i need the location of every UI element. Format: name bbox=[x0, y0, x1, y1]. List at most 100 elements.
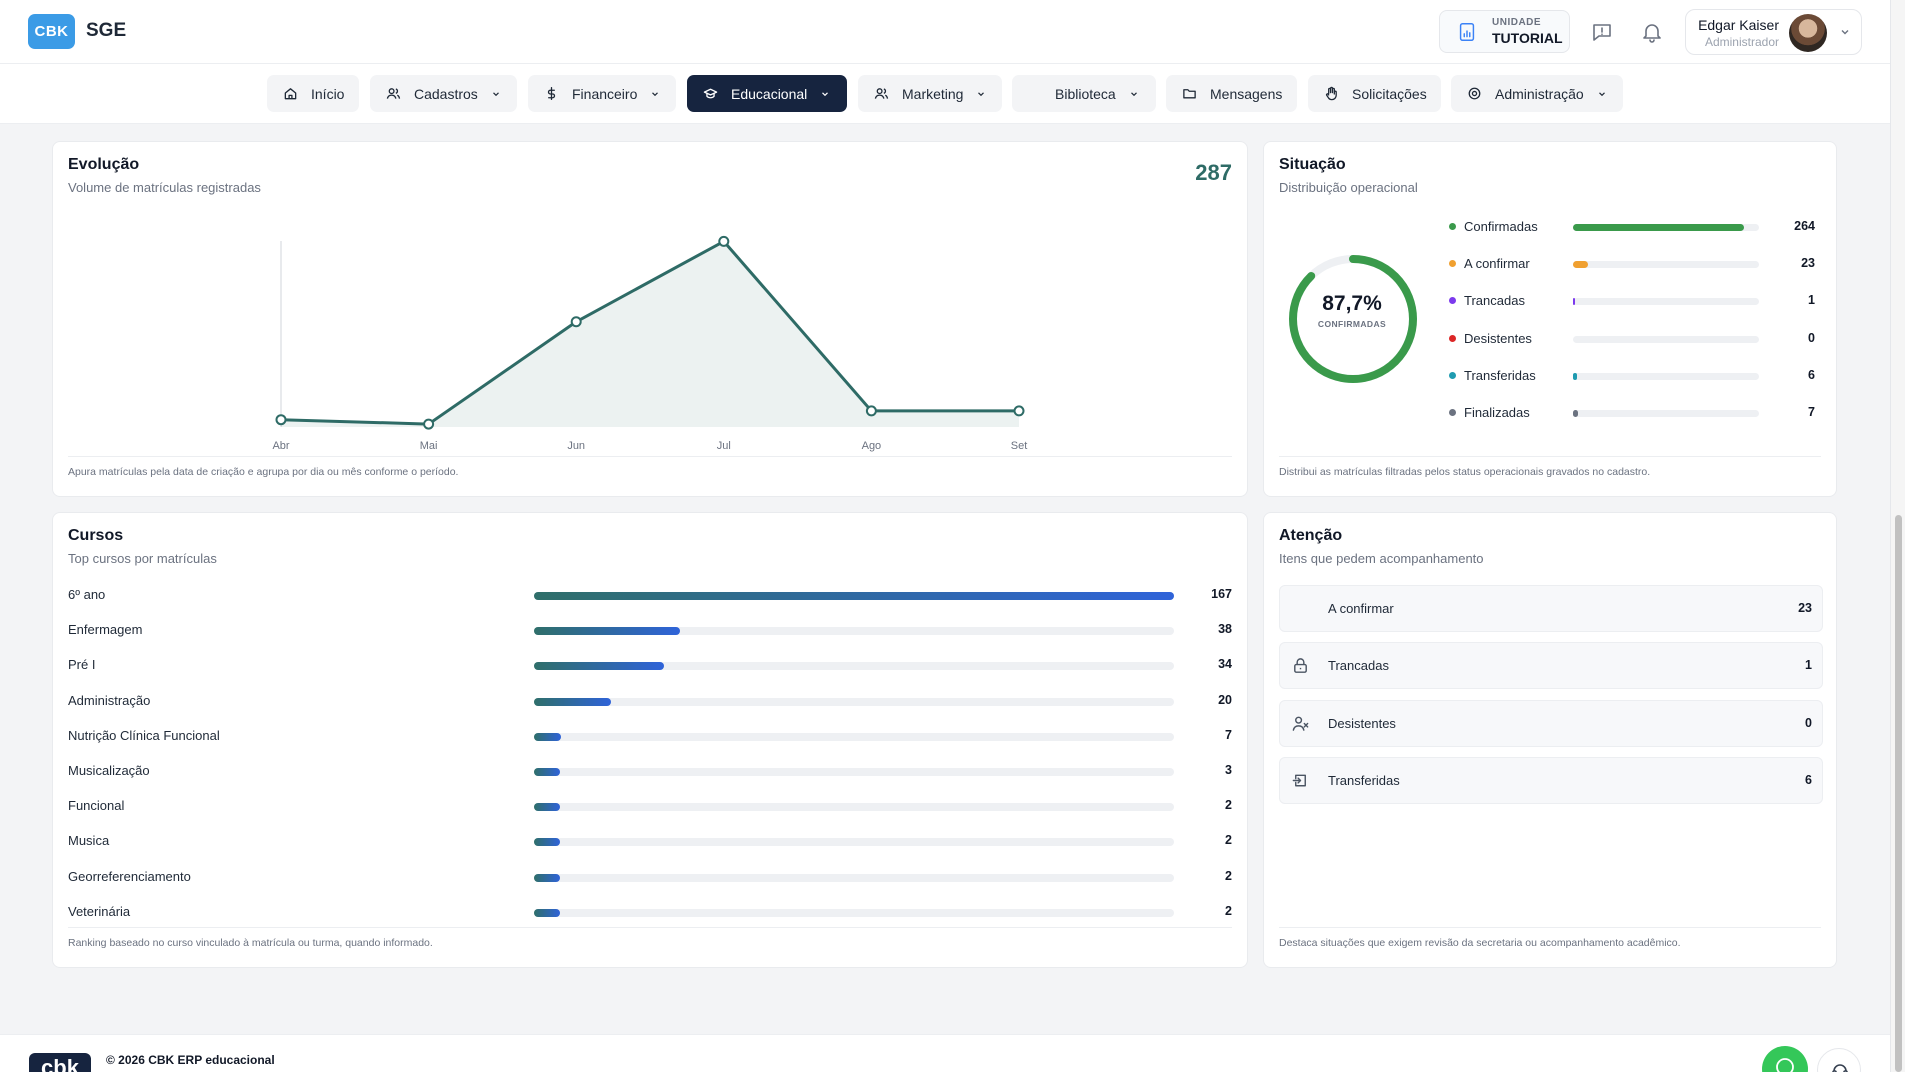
unit-label: UNIDADE bbox=[1492, 17, 1542, 28]
data-point[interactable] bbox=[865, 405, 877, 417]
chat-alert-icon[interactable] bbox=[1590, 20, 1614, 44]
user-remove-icon bbox=[1292, 716, 1309, 731]
folder-icon bbox=[1183, 89, 1196, 99]
data-point[interactable] bbox=[275, 414, 287, 426]
course-count: 3 bbox=[1225, 763, 1232, 777]
card-footnote: Ranking baseado no curso vinculado à mat… bbox=[68, 927, 1232, 949]
nav-cadastros[interactable]: Cadastros bbox=[370, 75, 517, 112]
nav-marketing[interactable]: Marketing bbox=[858, 75, 1002, 112]
course-name: Musicalização bbox=[68, 763, 150, 778]
nav-solicitacoes[interactable]: Solicitações bbox=[1308, 75, 1441, 112]
status-count: 6 bbox=[1808, 367, 1815, 382]
page-scrollbar[interactable] bbox=[1890, 0, 1905, 1072]
attention-label: Transferidas bbox=[1328, 773, 1400, 788]
status-label: Trancadas bbox=[1464, 293, 1525, 309]
course-row: Funcional 2 bbox=[68, 798, 1232, 814]
data-point[interactable] bbox=[423, 418, 435, 430]
nav-administracao[interactable]: Administração bbox=[1451, 75, 1623, 112]
home-icon bbox=[284, 88, 297, 100]
nav-mensagens[interactable]: Mensagens bbox=[1166, 75, 1297, 112]
scrollbar-thumb[interactable] bbox=[1895, 515, 1902, 1072]
chevron-down-icon bbox=[492, 91, 499, 96]
chevron-down-icon bbox=[1598, 91, 1605, 96]
x-tick-label: Abr bbox=[272, 440, 290, 452]
status-count: 0 bbox=[1808, 330, 1815, 345]
status-dot bbox=[1449, 334, 1456, 342]
card-footnote: Destaca situações que exigem revisão da … bbox=[1279, 927, 1821, 949]
gear-icon bbox=[1468, 87, 1481, 100]
course-row: Enfermagem 38 bbox=[68, 622, 1232, 638]
course-name: Georreferenciamento bbox=[68, 868, 191, 884]
graduation-cap-icon bbox=[703, 88, 718, 99]
attention-item-desistentes[interactable]: Desistentes 0 bbox=[1279, 700, 1823, 747]
attention-item-transferidas[interactable]: Transferidas 6 bbox=[1279, 757, 1823, 804]
user-menu[interactable]: Edgar Kaiser Administrador bbox=[1685, 9, 1862, 55]
top-header: CBK SGE UNIDADE TUTORIAL Edgar Kaiser Ad… bbox=[0, 0, 1890, 64]
course-row: Nutrição Clínica Funcional 7 bbox=[68, 728, 1232, 744]
unit-name: TUTORIAL bbox=[1492, 30, 1563, 46]
course-bar-track bbox=[534, 873, 1174, 882]
status-label: Transferidas bbox=[1464, 367, 1536, 383]
main-nav: Início Cadastros Financeiro Educacional … bbox=[0, 64, 1890, 124]
course-bar-track bbox=[534, 697, 1174, 706]
nav-label: Cadastros bbox=[414, 85, 478, 102]
course-name: Administração bbox=[68, 692, 151, 708]
course-bar-track bbox=[534, 627, 1174, 636]
card-footnote: Distribui as matrículas filtradas pelos … bbox=[1279, 456, 1821, 478]
card-title: Atenção bbox=[1279, 527, 1343, 544]
course-name: Nutrição Clínica Funcional bbox=[68, 727, 220, 743]
whatsapp-button[interactable] bbox=[1762, 1046, 1808, 1072]
status-bar-track bbox=[1573, 261, 1759, 269]
status-label: Desistentes bbox=[1464, 330, 1532, 346]
attention-count: 1 bbox=[1805, 658, 1812, 672]
course-name: Musica bbox=[68, 833, 110, 849]
course-name: Pré I bbox=[68, 657, 96, 673]
data-point[interactable] bbox=[718, 235, 730, 247]
x-tick-label: Mai bbox=[419, 440, 438, 452]
nav-financeiro[interactable]: Financeiro bbox=[528, 75, 676, 112]
data-point[interactable] bbox=[570, 316, 582, 328]
chat-support-button[interactable] bbox=[1817, 1048, 1861, 1072]
x-tick-label: Jul bbox=[716, 440, 731, 452]
course-name: 6º ano bbox=[68, 587, 106, 602]
course-bar-track bbox=[534, 803, 1174, 812]
nav-inicio[interactable]: Início bbox=[267, 75, 359, 112]
course-bar-fill bbox=[534, 873, 560, 882]
attention-item-trancadas[interactable]: Trancadas 1 bbox=[1279, 642, 1823, 689]
status-dot bbox=[1449, 260, 1456, 268]
data-point[interactable] bbox=[1013, 405, 1025, 417]
attention-label: Trancadas bbox=[1328, 658, 1389, 673]
card-subtitle: Top cursos por matrículas bbox=[68, 551, 217, 566]
evolution-chart bbox=[275, 235, 1025, 430]
nav-educacional[interactable]: Educacional bbox=[687, 75, 847, 112]
bell-icon[interactable] bbox=[1640, 20, 1664, 44]
whatsapp-icon bbox=[1776, 1058, 1794, 1072]
status-dot bbox=[1449, 223, 1456, 230]
nav-biblioteca[interactable]: Biblioteca bbox=[1012, 75, 1156, 112]
course-count: 20 bbox=[1218, 692, 1232, 707]
course-bar-fill bbox=[534, 627, 680, 636]
attention-item-a-confirmar[interactable]: A confirmar 23 bbox=[1279, 585, 1823, 632]
lock-icon bbox=[1294, 658, 1307, 673]
course-count: 2 bbox=[1225, 833, 1232, 848]
status-row: Desistentes 0 bbox=[1449, 331, 1815, 347]
attention-count: 0 bbox=[1805, 716, 1812, 730]
course-count: 2 bbox=[1225, 903, 1232, 918]
course-bar-fill bbox=[534, 803, 560, 812]
attention-label: A confirmar bbox=[1328, 601, 1394, 616]
donut-percent: 87,7% bbox=[1322, 292, 1382, 315]
nav-label: Início bbox=[311, 85, 345, 102]
status-label: A confirmar bbox=[1464, 256, 1530, 272]
nav-label: Financeiro bbox=[572, 85, 638, 102]
dollar-icon bbox=[547, 87, 556, 100]
unit-selector[interactable]: UNIDADE TUTORIAL bbox=[1439, 10, 1570, 53]
course-bar-fill bbox=[534, 697, 611, 706]
course-bar-fill bbox=[534, 838, 560, 847]
status-bar-track bbox=[1573, 410, 1759, 417]
course-count: 2 bbox=[1225, 868, 1232, 883]
course-row: 6º ano 167 bbox=[68, 587, 1232, 603]
course-bar-track bbox=[534, 662, 1174, 671]
building-chart-icon bbox=[1459, 22, 1475, 41]
status-label: Finalizadas bbox=[1464, 405, 1530, 420]
logo[interactable]: CBK bbox=[28, 14, 75, 49]
